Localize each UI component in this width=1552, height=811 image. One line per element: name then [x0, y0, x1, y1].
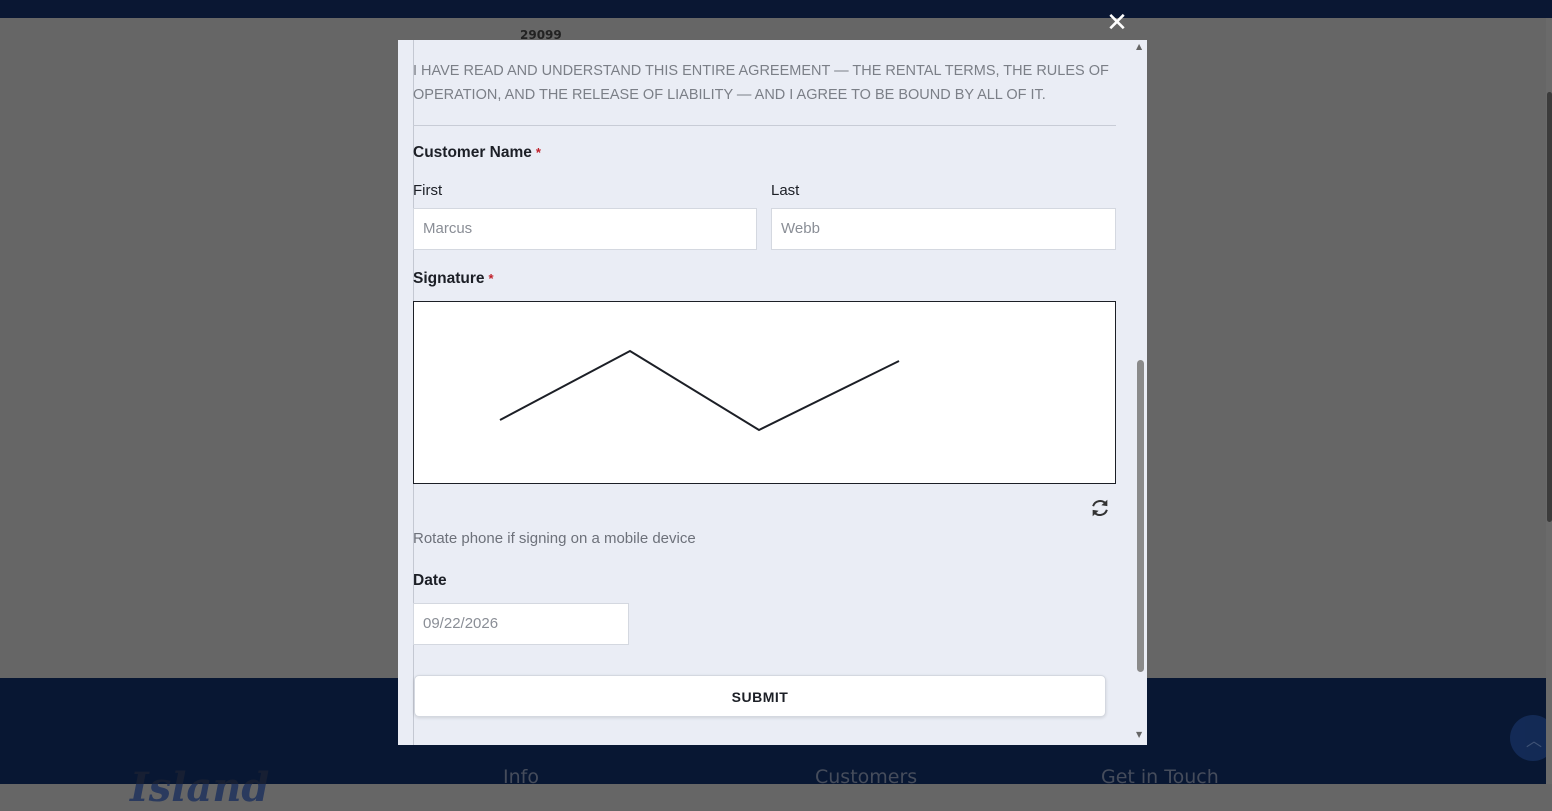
page-scrollbar-thumb[interactable]: [1547, 92, 1552, 522]
signature-stroke: [499, 349, 900, 432]
customer-name-label-text: Customer Name: [413, 144, 532, 161]
signature-label-text: Signature: [413, 270, 485, 287]
chevron-up-icon: ︿: [1526, 731, 1543, 750]
chevron-up-icon[interactable]: ▲: [1136, 42, 1142, 51]
date-label: Date: [413, 572, 447, 589]
customer-name-label: Customer Name *: [413, 144, 541, 162]
divider: [413, 125, 1116, 126]
last-name-input[interactable]: Webb: [771, 208, 1116, 250]
modal-scrollbar-thumb[interactable]: [1137, 360, 1144, 672]
last-name-label: Last: [771, 182, 800, 199]
modal-scrollbar[interactable]: ▲ ▼: [1133, 40, 1147, 745]
signature-pad[interactable]: [413, 301, 1116, 484]
first-name-input[interactable]: Marcus: [413, 208, 757, 250]
refresh-icon[interactable]: [1089, 497, 1111, 519]
date-input[interactable]: 09/22/2026: [413, 603, 629, 645]
signature-label: Signature *: [413, 270, 494, 288]
chevron-down-icon[interactable]: ▼: [1136, 730, 1142, 739]
required-mark: *: [488, 271, 494, 286]
page-top-bar: [0, 0, 1552, 18]
rotate-hint: Rotate phone if signing on a mobile devi…: [413, 530, 696, 547]
required-mark: *: [535, 145, 541, 160]
submit-button[interactable]: SUBMIT: [414, 675, 1106, 717]
agreement-text: I HAVE READ AND UNDERSTAND THIS ENTIRE A…: [413, 63, 1109, 103]
first-name-label: First: [413, 182, 443, 199]
close-modal-button[interactable]: ✕: [1104, 10, 1130, 36]
close-icon: ✕: [1106, 8, 1128, 38]
agreement-modal: I HAVE READ AND UNDERSTAND THIS ENTIRE A…: [398, 40, 1147, 745]
